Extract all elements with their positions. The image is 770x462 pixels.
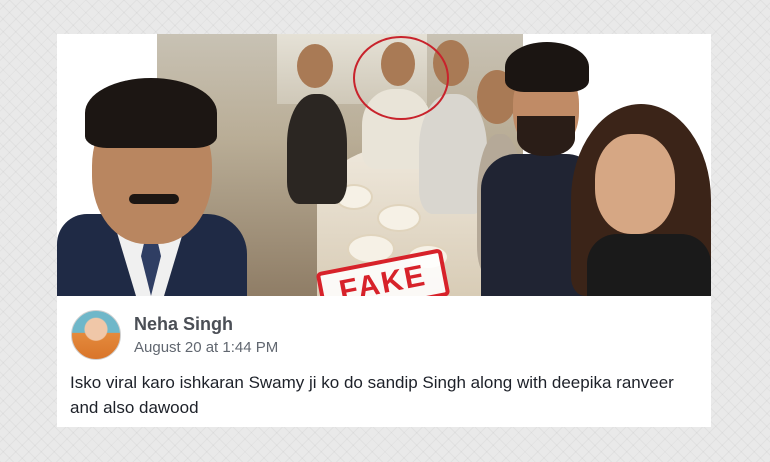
collage-image: FAKE <box>57 34 711 296</box>
avatar[interactable] <box>71 310 121 360</box>
portrait-left <box>57 54 247 296</box>
post-card: FAKE Neha Singh August 20 at 1:44 PM Isk… <box>57 34 711 427</box>
red-circle-highlight <box>353 36 449 120</box>
portrait-right <box>475 34 711 296</box>
post-text: Isko viral karo ishkaran Swamy ji ko do … <box>70 373 674 417</box>
facebook-post: Neha Singh August 20 at 1:44 PM Isko vir… <box>57 296 711 427</box>
author-name[interactable]: Neha Singh <box>134 314 233 335</box>
post-timestamp[interactable]: August 20 at 1:44 PM <box>134 339 278 356</box>
